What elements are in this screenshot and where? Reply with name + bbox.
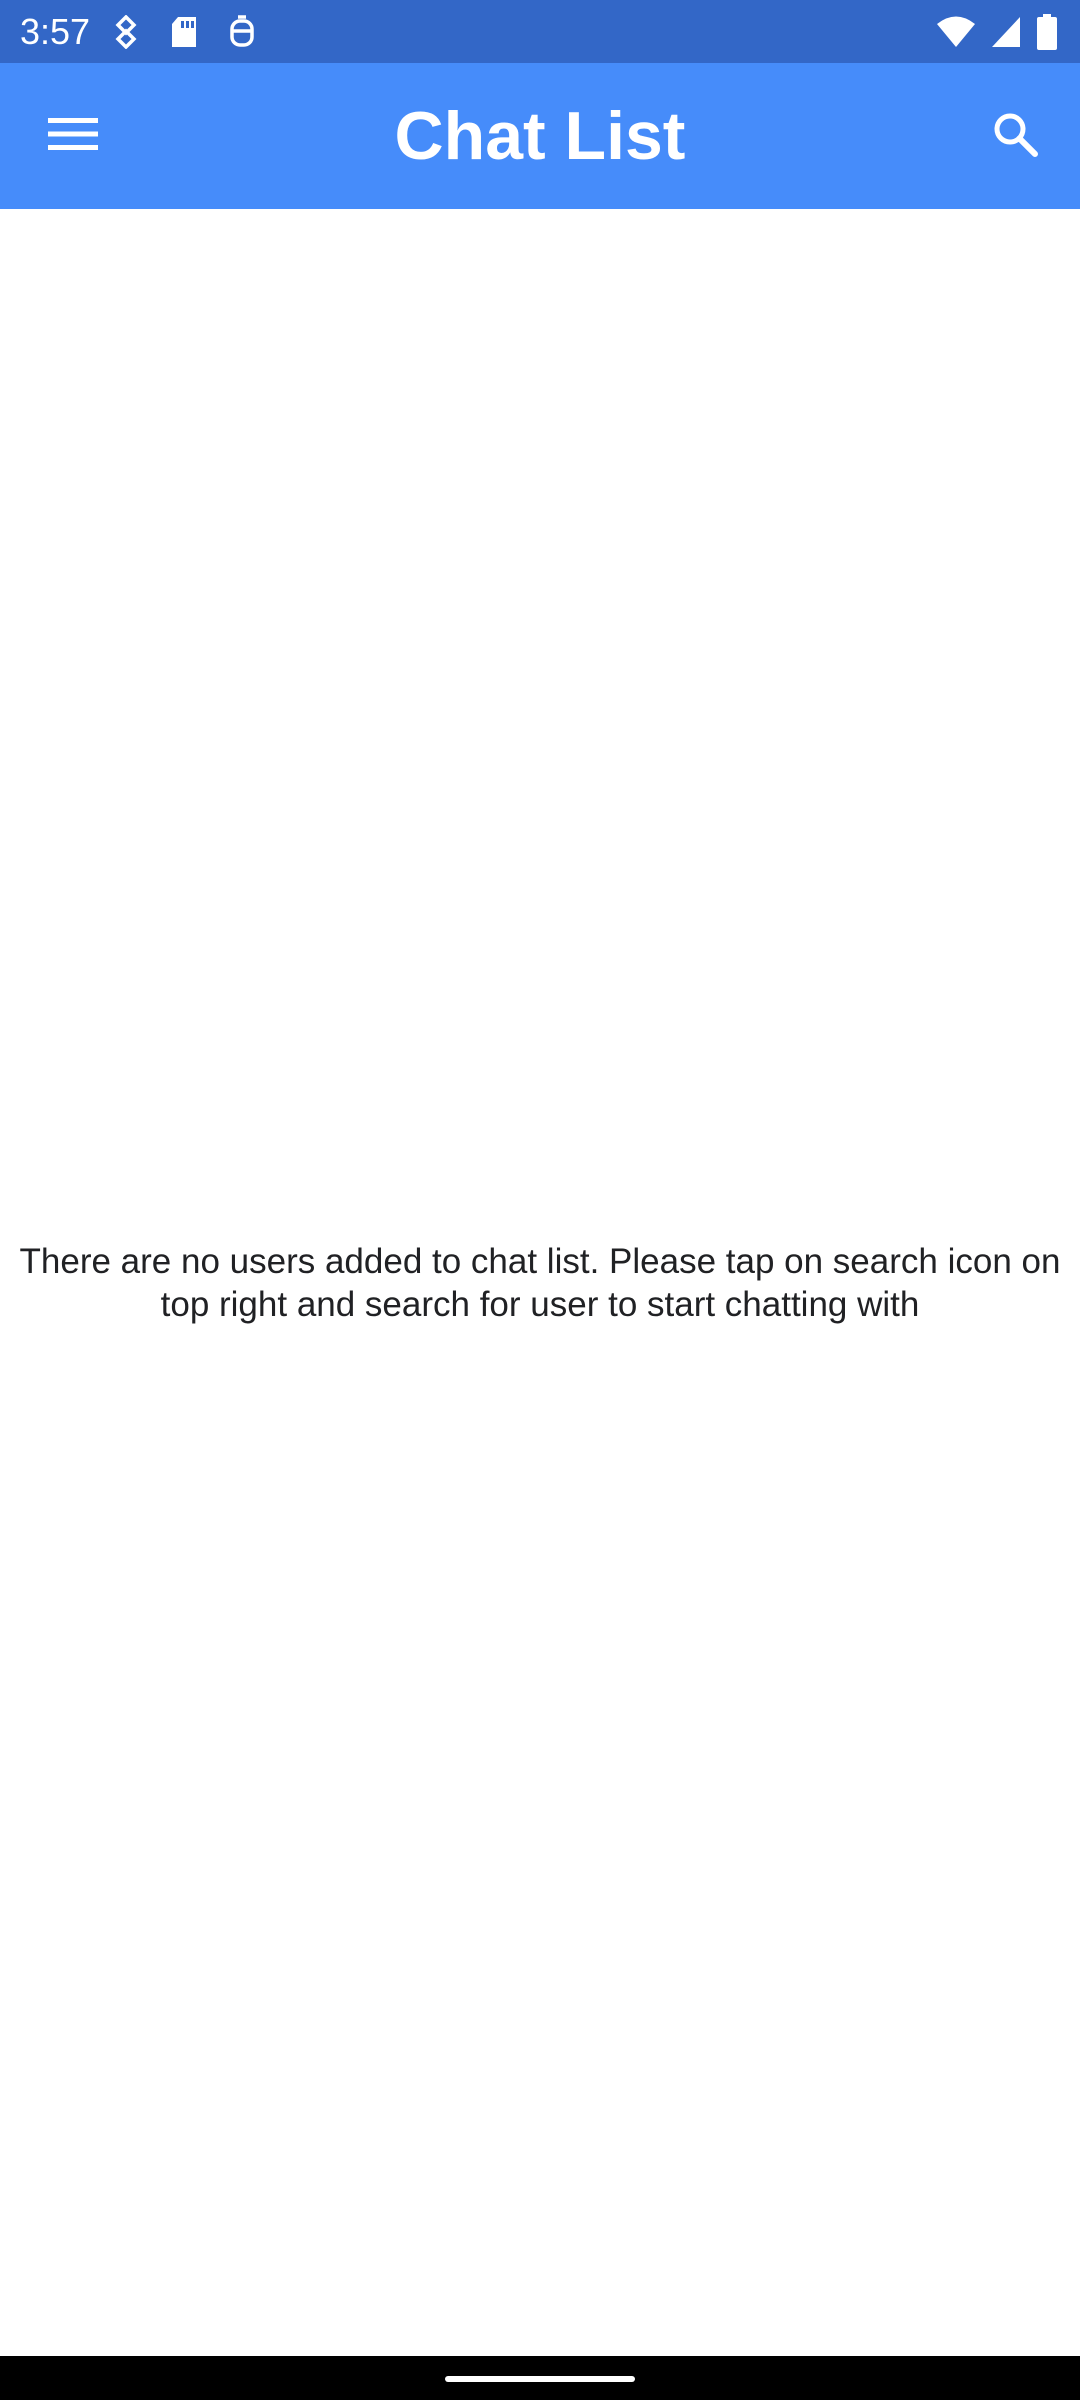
sd-card-icon xyxy=(170,15,198,49)
menu-button[interactable] xyxy=(38,101,108,171)
chat-list-content: There are no users added to chat list. P… xyxy=(0,209,1080,2356)
status-time: 3:57 xyxy=(20,11,91,52)
status-system-icons xyxy=(936,10,1058,54)
hamburger-menu-icon xyxy=(48,116,98,157)
cell-signal-icon xyxy=(990,15,1022,49)
home-gesture-handle[interactable] xyxy=(445,2376,635,2382)
empty-state-message: There are no users added to chat list. P… xyxy=(19,1242,1061,1324)
wifi-icon xyxy=(936,15,976,49)
page-title: Chat List xyxy=(394,98,686,174)
status-bar: 3:57 xyxy=(0,0,1080,63)
data-saver-icon xyxy=(112,15,140,49)
battery-icon xyxy=(1036,13,1058,51)
app-bar: Chat List xyxy=(0,63,1080,209)
status-notification-icons xyxy=(112,12,256,52)
search-button[interactable] xyxy=(980,101,1050,171)
debug-icon xyxy=(228,15,256,49)
search-icon xyxy=(991,110,1039,163)
navigation-bar xyxy=(0,2356,1080,2400)
